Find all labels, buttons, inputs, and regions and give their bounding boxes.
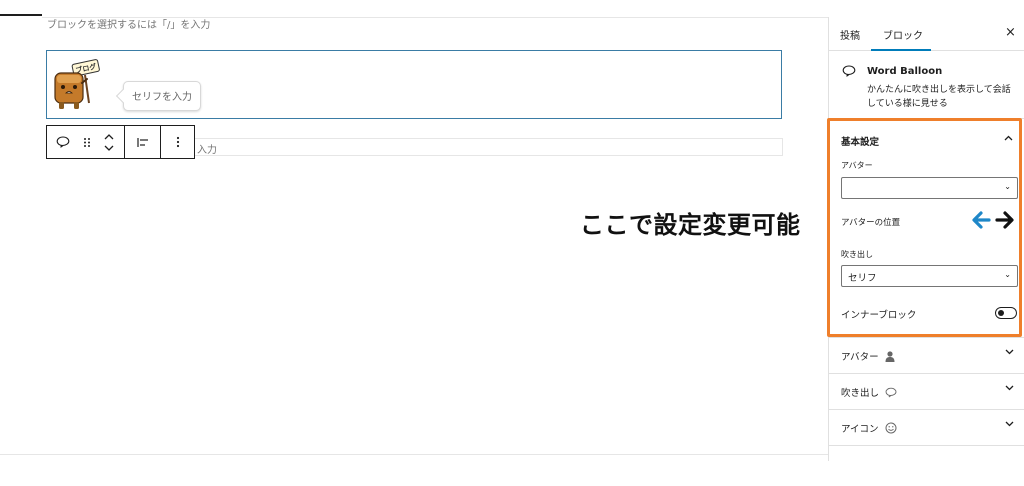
mascot-avatar[interactable]: ブログ [49,59,101,113]
tab-block[interactable]: ブロック [883,27,923,42]
sidebar-tabs: 投稿 ブロック × [829,17,1024,51]
avatar-panel[interactable]: アバター [829,337,1024,374]
move-down-icon[interactable] [104,145,114,151]
balloon-label: 吹き出し [841,250,873,259]
avatar-label: アバター [841,161,873,170]
footer-divider [0,454,828,455]
icon-panel[interactable]: アイコン [829,409,1024,446]
align-left-icon [136,137,148,147]
tab-post[interactable]: 投稿 [840,27,860,42]
balloon-panel[interactable]: 吹き出し [829,373,1024,410]
next-panel-partial [829,445,1024,461]
toolbar-group-block [47,126,125,158]
speech-balloon-input[interactable]: セリフを入力 [123,81,201,111]
card-divider [829,118,1024,119]
block-card-description: かんたんに吹き出しを表示して会話している様に見せる [867,85,1011,109]
close-sidebar-button[interactable]: × [1005,25,1016,40]
settings-sidebar: 投稿 ブロック × Word Balloon かんたんに吹き出しを表示して会話し… [828,17,1024,461]
avatar-select[interactable]: ⌄ [841,177,1018,199]
chevron-up-icon[interactable] [1004,135,1013,141]
editor-canvas: ブロックを選択するには「/」を入力 ブログ セリフを入力 入力 [0,0,828,486]
drag-handle-icon [83,137,90,147]
toolbar-group-more [161,126,195,158]
avatar-panel-header: アバター [841,349,895,363]
move-buttons [94,126,124,158]
toggle-knob [998,310,1004,316]
person-icon [885,350,895,362]
avatar-panel-label: アバター [841,352,879,363]
arrow-left-icon[interactable] [971,211,991,229]
annotation-text: ここで設定変更可能 [580,211,801,239]
icon-panel-label: アイコン [841,424,879,435]
basic-settings-title[interactable]: 基本設定 [841,134,879,148]
chevron-down-icon [1005,421,1014,427]
move-up-icon[interactable] [104,133,114,140]
drag-handle[interactable] [79,126,94,158]
block-type-button[interactable] [47,126,79,158]
chevron-down-icon [1005,385,1014,391]
vertical-ellipsis-icon [176,136,180,148]
balloon-select-value: セリフ [848,273,877,284]
speech-bubble-icon [56,136,70,148]
chevron-down-icon: ⌄ [1004,182,1011,191]
block-toolbar [46,125,195,159]
balloon-panel-label: 吹き出し [841,388,880,399]
inner-block-toggle[interactable] [995,307,1017,319]
balloon-panel-header: 吹き出し [841,385,897,399]
speech-bubble-icon [885,387,897,397]
top-rule [0,14,42,16]
block-appender-hint[interactable]: ブロックを選択するには「/」を入力 [47,16,210,31]
icon-panel-header: アイコン [841,421,897,435]
smiley-icon [885,422,897,434]
chevron-down-icon: ⌄ [1004,270,1011,279]
block-card-title: Word Balloon [867,66,943,77]
arrow-right-icon[interactable] [995,211,1015,229]
more-options-button[interactable] [161,126,195,158]
word-balloon-block[interactable]: ブログ セリフを入力 [46,50,782,119]
active-tab-indicator [871,49,931,51]
align-button[interactable] [125,126,160,158]
toolbar-group-align [125,126,161,158]
inner-block-label: インナーブロック [841,310,917,321]
speech-bubble-icon [842,65,856,77]
balloon-select[interactable]: セリフ ⌄ [841,265,1018,287]
inner-block-placeholder: 入力 [197,145,217,156]
chevron-down-icon [1005,349,1014,355]
avatar-position-label: アバターの位置 [841,218,901,228]
